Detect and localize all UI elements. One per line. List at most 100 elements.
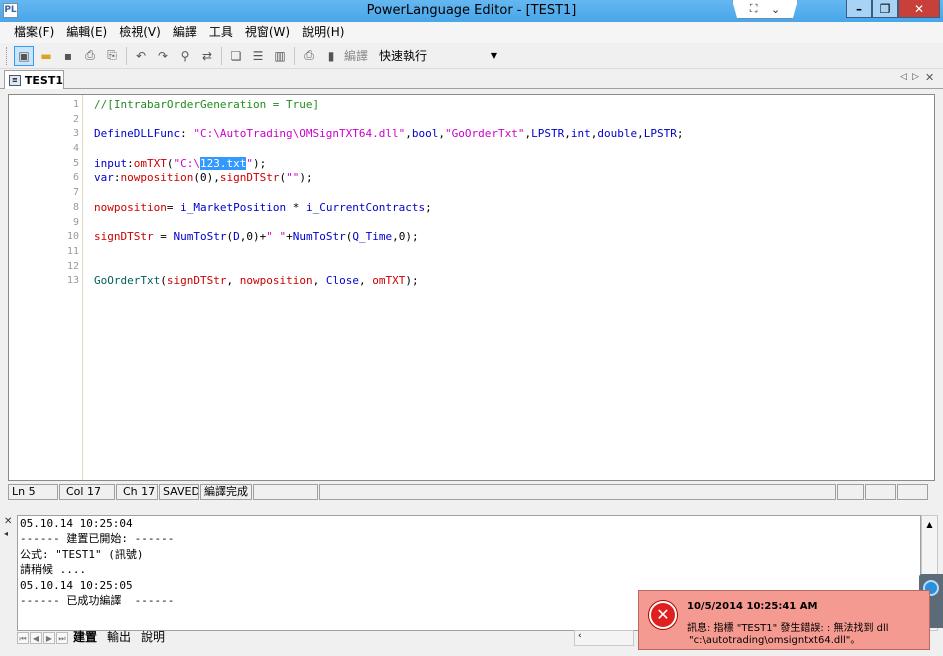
print-preview-icon[interactable]: ⎘ (102, 46, 122, 66)
menu-window[interactable]: 視窗(W) (239, 23, 296, 42)
toolbar-separator (294, 46, 295, 65)
code-lines: 1 //[IntrabarOrderGeneration = True] 2 3 Def… (9, 98, 934, 289)
undo-icon[interactable]: ↶ (131, 46, 151, 66)
code-line[interactable]: 4 (9, 142, 934, 157)
toolbar-separator (221, 46, 222, 65)
scroll-up-icon[interactable]: ▲ (922, 520, 937, 529)
code-line[interactable]: 10 signDTStr = NumToStr(D,0)+" "+NumToStr… (9, 230, 934, 245)
code-token: bool (411, 127, 439, 141)
compile-icon[interactable]: ▮ (321, 46, 341, 66)
code-token: Close (325, 274, 359, 288)
code-line[interactable]: 12 (9, 260, 934, 275)
dropdown-arrow-icon[interactable]: ▼ (491, 51, 497, 60)
status-empty-cell (253, 484, 318, 500)
redo-icon[interactable]: ↷ (153, 46, 173, 66)
restore-layout-icon[interactable]: ⛶ (750, 2, 758, 16)
code-token: (0), (193, 171, 220, 185)
code-token: = (166, 200, 181, 214)
code-editor[interactable]: 1 //[IntrabarOrderGeneration = True] 2 3 Def… (8, 94, 935, 481)
code-token: ,0)+ (239, 230, 267, 244)
code-token: double (597, 127, 638, 141)
line-number: 8 (72, 201, 79, 213)
line-number: 4 (72, 143, 79, 155)
toolbar-separator (126, 46, 127, 65)
menu-compile[interactable]: 編譯 (167, 23, 203, 42)
tile-horizontal-icon[interactable]: ☰ (248, 46, 268, 66)
menu-edit[interactable]: 編輯(E) (60, 23, 113, 42)
compile-button[interactable]: 編譯 (344, 47, 368, 64)
code-token: nowposition (239, 274, 313, 288)
tab-first-icon[interactable]: ⏮ (17, 632, 29, 644)
code-token: + (286, 230, 293, 244)
code-line[interactable]: 1 //[IntrabarOrderGeneration = True] (9, 98, 934, 113)
code-token: ; (676, 127, 684, 141)
tab-scroll-right-icon[interactable]: ▷ (912, 72, 919, 82)
error-icon: ✕ (649, 601, 677, 629)
tab-test1[interactable]: ≡ TEST1 (4, 70, 64, 89)
tab-last-icon[interactable]: ⏭ (56, 632, 68, 644)
code-token: signDTStr (94, 230, 154, 244)
menu-view[interactable]: 檢視(V) (113, 23, 167, 42)
close-pane-icon[interactable]: ✕ (4, 516, 16, 528)
code-line[interactable]: 9 (9, 216, 934, 231)
tab-next-icon[interactable]: ▶ (43, 632, 55, 644)
toolbar-grip[interactable] (6, 46, 9, 65)
code-line[interactable]: 7 (9, 186, 934, 201)
find-icon[interactable]: ⚲ (175, 46, 195, 66)
replace-icon[interactable]: ⇄ (197, 46, 217, 66)
open-folder-icon[interactable]: ▬ (36, 46, 56, 66)
code-token: input (94, 156, 128, 170)
code-line[interactable]: 2 (9, 113, 934, 128)
code-token: , (226, 274, 240, 288)
new-study-icon[interactable]: ▣ (14, 45, 34, 66)
tab-close-icon[interactable]: ✕ (925, 71, 934, 84)
code-token: "GoOrderTxt" (445, 127, 525, 141)
title-bar: PL PowerLanguage Editor - [TEST1] ⛶ ⌄ – … (0, 0, 943, 22)
code-token: ( (160, 274, 167, 288)
code-line[interactable]: 11 (9, 245, 934, 260)
code-token: "" (286, 171, 300, 185)
code-token: 123.txt (200, 156, 247, 170)
tab-scroll-left-icon[interactable]: ◁ (900, 72, 907, 82)
window-title: PowerLanguage Editor - [TEST1] (366, 3, 577, 18)
line-number: 7 (72, 187, 79, 199)
menu-tools[interactable]: 工具 (203, 23, 239, 42)
save-icon[interactable]: ▪ (58, 46, 78, 66)
verify-icon[interactable]: ⎙ (299, 46, 319, 66)
code-line[interactable]: 8 nowposition= i_MarketPosition * i_Curre… (9, 201, 934, 216)
code-line[interactable]: 5 input:omTXT("C:\123.txt"); (9, 156, 934, 172)
notification-message-path: "c:\autotrading\omsigntxt64.dll"。 (689, 635, 861, 646)
code-line[interactable]: 3 DefineDLLFunc: "C:\AutoTrading\OMSignTX… (9, 127, 934, 142)
tile-vertical-icon[interactable]: ▥ (270, 46, 290, 66)
window-cascade-icon[interactable]: ❏ (226, 46, 246, 66)
code-line[interactable]: 6 var:nowposition(0),signDTStr(""); (9, 171, 934, 186)
tab-build[interactable]: 建置 (69, 630, 103, 646)
tab-prev-icon[interactable]: ◀ (30, 632, 42, 644)
status-char: Ch 17 (116, 484, 158, 500)
code-token: = (153, 230, 174, 244)
menu-file[interactable]: 檔案(F) (8, 23, 60, 42)
menu-help[interactable]: 說明(H) (296, 23, 350, 42)
close-button[interactable]: ✕ (898, 0, 940, 18)
line-number: 3 (72, 128, 79, 140)
code-token: Q_Time (352, 230, 393, 244)
status-empty-cell (837, 484, 864, 500)
quick-exec-dropdown[interactable]: 快速執行 ▼ (376, 46, 501, 65)
code-token: ); (252, 156, 267, 170)
output-hscroll[interactable]: ‹ (574, 630, 634, 646)
status-empty-cell (865, 484, 896, 500)
error-notification[interactable]: ✕ 10/5/2014 10:25:41 AM 訊息: 指標 "TEST1" 發… (638, 590, 930, 650)
pin-pane-icon[interactable]: ◂ (4, 528, 16, 540)
print-icon[interactable]: ⎙ (80, 46, 100, 66)
tab-label: TEST1 (24, 73, 63, 87)
menu-bar: 檔案(F) 編輯(E) 檢視(V) 編譯 工具 視窗(W) 說明(H) (0, 22, 943, 43)
tab-help[interactable]: 說明 (137, 630, 171, 646)
scroll-left-icon[interactable]: ‹ (578, 631, 582, 641)
code-line[interactable]: 13 GoOrderTxt(signDTStr, nowposition, Clo… (9, 274, 934, 289)
maximize-button[interactable]: ❐ (872, 0, 898, 18)
code-token: i_MarketPosition (180, 200, 287, 214)
tab-output[interactable]: 輸出 (103, 630, 137, 646)
line-number: 9 (72, 216, 79, 228)
chevron-down-icon[interactable]: ⌄ (771, 3, 780, 16)
minimize-button[interactable]: – (846, 0, 872, 18)
